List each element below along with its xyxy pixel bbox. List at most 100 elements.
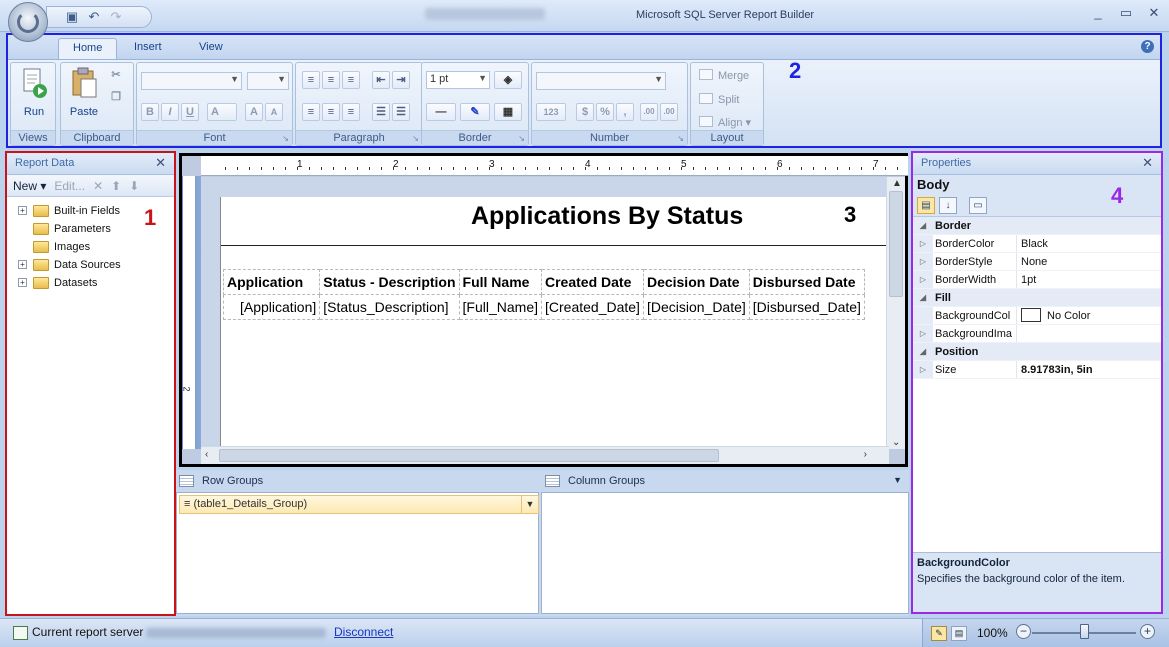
numbering-icon[interactable]: ☰	[392, 103, 410, 121]
border-style-icon[interactable]: —	[426, 103, 456, 121]
property-value[interactable]: None	[1017, 253, 1161, 270]
table-cell[interactable]: [Full_Name]	[458, 294, 543, 320]
property-value[interactable]: 1pt	[1017, 271, 1161, 288]
table-header-cell[interactable]: Application	[222, 269, 321, 295]
zoom-slider-thumb[interactable]	[1080, 624, 1089, 639]
italic-button[interactable]: I	[161, 103, 179, 121]
split-button[interactable]: Split	[699, 93, 739, 106]
border-color-icon[interactable]: ✎	[460, 103, 490, 121]
expand-icon[interactable]: +	[18, 278, 27, 287]
align-button[interactable]: Align ▾	[699, 116, 751, 129]
align-center-icon[interactable]: ≡	[322, 103, 340, 121]
property-row[interactable]: ▷ Size 8.91783in, 5in	[913, 361, 1161, 379]
table-cell[interactable]: [Status_Description]	[319, 294, 460, 320]
run-button[interactable]: Run	[13, 67, 55, 125]
close-button[interactable]: ✕	[1147, 6, 1161, 20]
table-cell[interactable]: [Decision_Date]	[642, 294, 750, 320]
number-dialog-launcher-icon[interactable]: ↘	[677, 134, 684, 143]
property-row[interactable]: ▷ BorderWidth 1pt	[913, 271, 1161, 289]
grow-font-button[interactable]: A	[245, 103, 263, 121]
font-dialog-launcher-icon[interactable]: ↘	[282, 134, 289, 143]
expand-icon[interactable]: ▷	[913, 361, 933, 378]
report-body[interactable]: Applications By Status Application Statu…	[220, 197, 889, 449]
scroll-thumb[interactable]	[889, 191, 903, 297]
decrease-indent-icon[interactable]: ⇤	[372, 71, 390, 89]
shrink-font-button[interactable]: A	[265, 103, 283, 121]
edit-button[interactable]: Edit...	[54, 179, 85, 193]
align-bottom-icon[interactable]: ≡	[342, 71, 360, 89]
align-left-icon[interactable]: ≡	[302, 103, 320, 121]
alphabetical-icon[interactable]: ↓	[939, 197, 957, 214]
expand-icon[interactable]: ▷	[913, 325, 933, 342]
property-value[interactable]: 8.91783in, 5in	[1017, 361, 1161, 378]
property-row[interactable]: BackgroundCol No Color	[913, 307, 1161, 325]
help-icon[interactable]: ?	[1141, 40, 1154, 53]
currency-button[interactable]: $	[576, 103, 594, 121]
collapse-icon[interactable]: ◢	[913, 217, 933, 234]
expand-icon[interactable]: ▷	[913, 235, 933, 252]
bullets-icon[interactable]: ☰	[372, 103, 390, 121]
redo-icon[interactable]: ↷	[109, 10, 123, 24]
save-icon[interactable]: ▣	[65, 10, 79, 24]
comma-button[interactable]: ,	[616, 103, 634, 121]
table-header-cell[interactable]: Created Date	[541, 269, 644, 295]
property-pages-icon[interactable]: ▭	[969, 197, 987, 214]
table-header-cell[interactable]: Status - Description	[319, 269, 460, 295]
expand-icon[interactable]: ▷	[913, 253, 933, 270]
close-icon[interactable]: ✕	[1142, 155, 1153, 171]
underline-button[interactable]: U	[181, 103, 199, 121]
report-table[interactable]: Application Status - Description Full Na…	[222, 269, 865, 320]
vertical-scrollbar[interactable]: ▲ ⌄	[886, 177, 905, 449]
font-color-button[interactable]: A	[207, 103, 237, 121]
property-value[interactable]	[1017, 325, 1161, 342]
border-dialog-launcher-icon[interactable]: ↘	[518, 134, 525, 143]
collapse-icon[interactable]: ◢	[913, 289, 933, 306]
merge-button[interactable]: Merge	[699, 69, 749, 82]
close-icon[interactable]: ✕	[155, 155, 166, 171]
minimize-button[interactable]: _	[1091, 6, 1105, 20]
tree-item-images[interactable]: Images	[7, 238, 174, 256]
table-header-cell[interactable]: Decision Date	[642, 269, 750, 295]
align-top-icon[interactable]: ≡	[302, 71, 320, 89]
disconnect-link[interactable]: Disconnect	[334, 625, 393, 639]
property-row[interactable]: ▷ BorderStyle None	[913, 253, 1161, 271]
application-button[interactable]	[8, 2, 48, 42]
report-title[interactable]: Applications By Status	[471, 202, 743, 231]
scroll-down-icon[interactable]: ⌄	[892, 437, 900, 448]
categorized-icon[interactable]: ▤	[917, 197, 935, 214]
zoom-in-icon[interactable]: +	[1140, 624, 1155, 639]
align-right-icon[interactable]: ≡	[342, 103, 360, 121]
horizontal-scrollbar[interactable]: ‹ ›	[201, 446, 889, 464]
cut-icon[interactable]: ✂	[107, 67, 125, 85]
collapse-icon[interactable]: ◢	[913, 343, 933, 360]
table-cell[interactable]: [Application]	[222, 294, 321, 320]
table-header-cell[interactable]: Disbursed Date	[748, 269, 865, 295]
placeholder-button[interactable]: 123	[536, 103, 566, 121]
expand-icon[interactable]: +	[18, 260, 27, 269]
tab-home[interactable]: Home	[58, 38, 118, 59]
scroll-thumb[interactable]	[219, 449, 719, 462]
group-dropdown-icon[interactable]: ▼	[521, 496, 538, 513]
property-row[interactable]: ▷ BackgroundIma	[913, 325, 1161, 343]
property-category[interactable]: ◢ Fill	[913, 289, 1161, 307]
table-cell[interactable]: [Disbursed_Date]	[748, 294, 865, 320]
bold-button[interactable]: B	[141, 103, 159, 121]
number-format-combo[interactable]: ▼	[536, 72, 666, 90]
scroll-right-icon[interactable]: ›	[864, 449, 867, 460]
percent-button[interactable]: %	[596, 103, 614, 121]
fill-color-icon[interactable]: ◈	[494, 71, 522, 89]
increase-decimal-button[interactable]: .00	[640, 103, 658, 121]
decrease-decimal-button[interactable]: .00	[660, 103, 678, 121]
zoom-out-icon[interactable]: −	[1016, 624, 1031, 639]
tab-insert[interactable]: Insert	[120, 38, 176, 59]
property-category[interactable]: ◢ Border	[913, 217, 1161, 235]
font-name-combo[interactable]: ▼	[141, 72, 242, 90]
move-up-icon[interactable]: ⬆	[111, 179, 121, 193]
font-size-combo[interactable]: ▼	[247, 72, 289, 90]
tree-item-datasets[interactable]: + Datasets	[7, 274, 174, 292]
move-down-icon[interactable]: ⬇	[129, 179, 139, 193]
preview-icon[interactable]: ▤	[951, 626, 967, 641]
expand-icon[interactable]: +	[18, 206, 27, 215]
scroll-left-icon[interactable]: ‹	[205, 449, 208, 460]
borders-icon[interactable]: ▦	[494, 103, 522, 121]
